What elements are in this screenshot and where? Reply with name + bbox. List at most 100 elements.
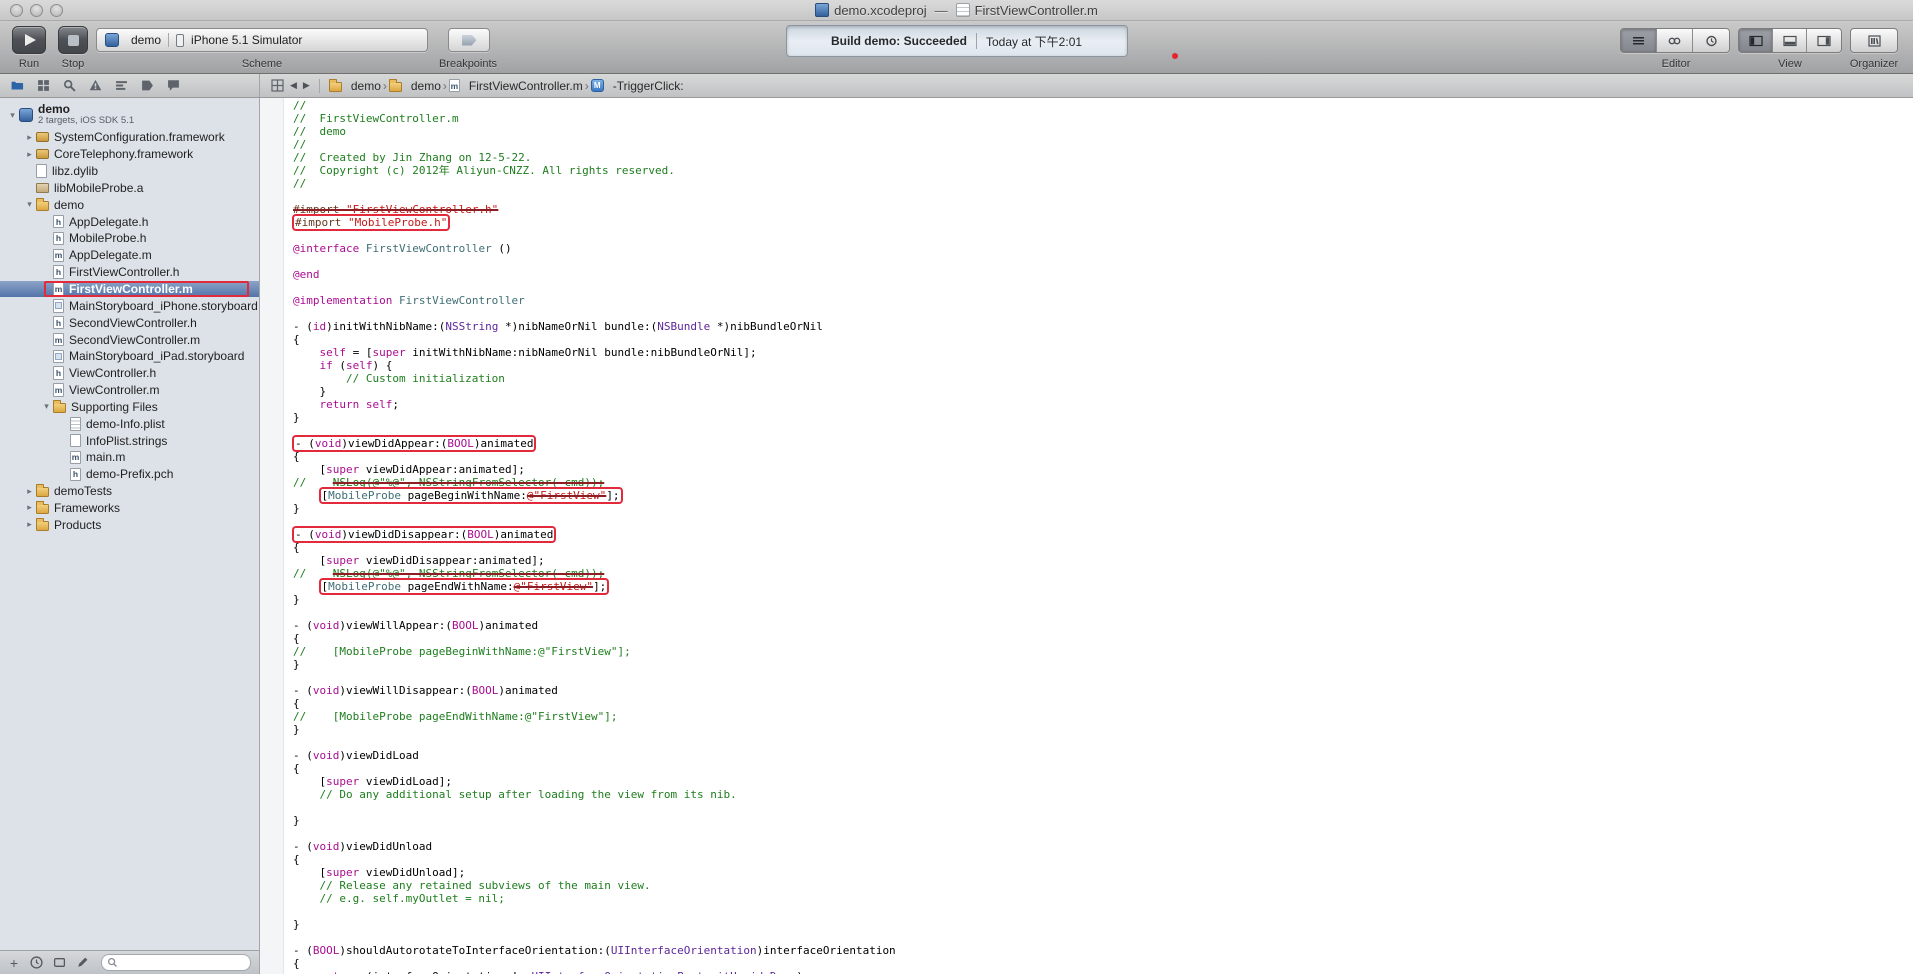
sidebar-item-label: Products [54, 518, 101, 532]
project-navigator-icon[interactable] [10, 79, 24, 92]
code-line: @implementation FirstViewController [293, 294, 1913, 307]
organizer-button[interactable] [1850, 28, 1898, 53]
sidebar-item[interactable]: FirstViewController.h [0, 264, 259, 281]
edited-files-icon[interactable] [76, 956, 89, 969]
code-line: // Copyright (c) 2012年 Aliyun-CNZZ. All … [293, 164, 1913, 177]
code-token: @interface [293, 242, 366, 255]
disclosure-triangle[interactable]: ▾ [40, 401, 53, 412]
disclosure-triangle[interactable]: ▸ [23, 486, 36, 497]
breakpoint-navigator-icon[interactable] [141, 79, 154, 92]
annotation-box: [MobileProbe pageEndWithName:@"FirstView… [321, 580, 608, 593]
add-button[interactable]: + [8, 956, 20, 970]
annotation-box: [MobileProbe pageBeginWithName:@"FirstVi… [321, 489, 621, 502]
sidebar-item-label: Supporting Files [71, 400, 158, 414]
run-button[interactable] [12, 26, 46, 54]
view-navigator-button[interactable] [1739, 29, 1773, 52]
code-area[interactable]: //// FirstViewController.m// demo//// Cr… [285, 98, 1913, 974]
code-token: FirstViewController [366, 242, 492, 255]
filter-field[interactable] [101, 954, 251, 971]
zoom-button[interactable] [50, 4, 63, 17]
search-navigator-icon[interactable] [63, 79, 76, 92]
code-line: // e.g. self.myOutlet = nil; [293, 892, 1913, 905]
stop-button[interactable] [58, 26, 88, 54]
sidebar-item[interactable]: AppDelegate.h [0, 213, 259, 230]
disclosure-triangle[interactable]: ▾ [23, 199, 36, 210]
activity-viewer: Build demo: Succeeded Today at 下午2:01 [786, 25, 1128, 57]
code-line: - (void)viewWillAppear:(BOOL)animated [293, 619, 1913, 632]
sidebar-item[interactable]: ▾ Supporting Files [0, 399, 259, 416]
breakpoints-button[interactable] [448, 28, 490, 52]
sidebar-item-label: MainStoryboard_iPad.storyboard [69, 349, 244, 363]
sidebar-item[interactable]: main.m [0, 449, 259, 466]
assistant-editor-icon [1668, 35, 1681, 47]
storyboard-icon [53, 299, 64, 313]
sidebar-item[interactable]: FirstViewController.m [0, 281, 259, 298]
disclosure-triangle[interactable]: ▸ [23, 149, 36, 160]
debug-navigator-icon[interactable] [115, 79, 128, 92]
sidebar-item[interactable]: ViewController.h [0, 365, 259, 382]
code-line [293, 190, 1913, 203]
disclosure-triangle[interactable]: ▸ [23, 502, 36, 513]
log-navigator-icon[interactable] [167, 79, 180, 92]
sidebar-item[interactable]: AppDelegate.m [0, 247, 259, 264]
sidebar-item[interactable]: ▸CoreTelephony.framework [0, 146, 259, 163]
sidebar-item[interactable]: ▾demo [0, 196, 259, 213]
back-button[interactable]: ◀ [290, 81, 297, 90]
sidebar-item[interactable]: MainStoryboard_iPhone.storyboard [0, 297, 259, 314]
code-token: super [326, 554, 359, 567]
view-utilities-button[interactable] [1807, 29, 1841, 52]
sidebar-item-label: demoTests [54, 484, 112, 498]
scm-status-icon[interactable] [53, 956, 66, 969]
disclosure-triangle[interactable]: ▸ [23, 132, 36, 143]
breadcrumb-item[interactable]: demo [389, 79, 441, 93]
breadcrumb-label: demo [351, 79, 381, 93]
breadcrumb-item[interactable]: FirstViewController.m [449, 79, 583, 93]
code-token: } [293, 723, 300, 736]
sidebar-item[interactable]: ▾demo2 targets, iOS SDK 5.1 [0, 101, 259, 129]
sidebar-item-label: InfoPlist.strings [86, 434, 167, 448]
editor-standard-button[interactable] [1621, 29, 1657, 52]
disclosure-triangle[interactable]: ▾ [6, 110, 19, 121]
breadcrumb-item[interactable]: demo [329, 79, 381, 93]
code-token: BOOL [313, 944, 340, 957]
symbol-navigator-icon[interactable] [37, 79, 50, 92]
sidebar-item[interactable]: SecondViewController.m [0, 331, 259, 348]
code-token: // [MobileProbe pageEndWithName:@"FirstV… [293, 710, 618, 723]
scheme-selector[interactable]: demo iPhone 5.1 Simulator [96, 28, 428, 52]
code-token: BOOL [452, 619, 479, 632]
forward-button[interactable]: ▶ [303, 81, 310, 90]
code-token: } [293, 814, 300, 827]
sidebar-item[interactable]: InfoPlist.strings [0, 432, 259, 449]
issue-navigator-icon[interactable] [89, 79, 102, 92]
editor-assistant-button[interactable] [1657, 29, 1693, 52]
sidebar-item[interactable]: demo-Info.plist [0, 415, 259, 432]
sidebar-item[interactable]: ▸ demoTests [0, 483, 259, 500]
close-button[interactable] [10, 4, 23, 17]
code-token: // demo [293, 125, 346, 138]
sidebar-item[interactable]: ▸ Products [0, 516, 259, 533]
sidebar-item[interactable]: demo-Prefix.pch [0, 466, 259, 483]
minimize-button[interactable] [30, 4, 43, 17]
sidebar-item[interactable]: SecondViewController.h [0, 314, 259, 331]
related-items-icon[interactable] [271, 79, 284, 92]
code-line: { [293, 333, 1913, 346]
breadcrumb-item[interactable]: -TriggerClick: [591, 79, 684, 93]
sidebar-item[interactable]: libMobileProbe.a [0, 180, 259, 197]
code-line: // [MobileProbe pageBeginWithName:@"Firs… [293, 645, 1913, 658]
code-token: // [293, 138, 306, 151]
code-line: [MobileProbe pageBeginWithName:@"FirstVi… [293, 489, 1913, 502]
editor-version-button[interactable] [1693, 29, 1729, 52]
window-title-separator: — [935, 3, 948, 18]
recent-files-icon[interactable] [30, 956, 43, 969]
sidebar-item[interactable]: ViewController.m [0, 382, 259, 399]
code-line: { [293, 957, 1913, 970]
sidebar-item[interactable]: MobileProbe.h [0, 230, 259, 247]
sidebar-item[interactable]: ▸Frameworks [0, 500, 259, 517]
sidebar-tree: ▾demo2 targets, iOS SDK 5.1▸SystemConfig… [0, 98, 259, 950]
sidebar-item[interactable]: libz.dylib [0, 163, 259, 180]
view-debug-area-button[interactable] [1773, 29, 1807, 52]
sidebar-item[interactable]: MainStoryboard_iPad.storyboard [0, 348, 259, 365]
code-token: #import [293, 203, 346, 216]
sidebar-item[interactable]: ▸SystemConfiguration.framework [0, 129, 259, 146]
disclosure-triangle[interactable]: ▸ [23, 519, 36, 530]
